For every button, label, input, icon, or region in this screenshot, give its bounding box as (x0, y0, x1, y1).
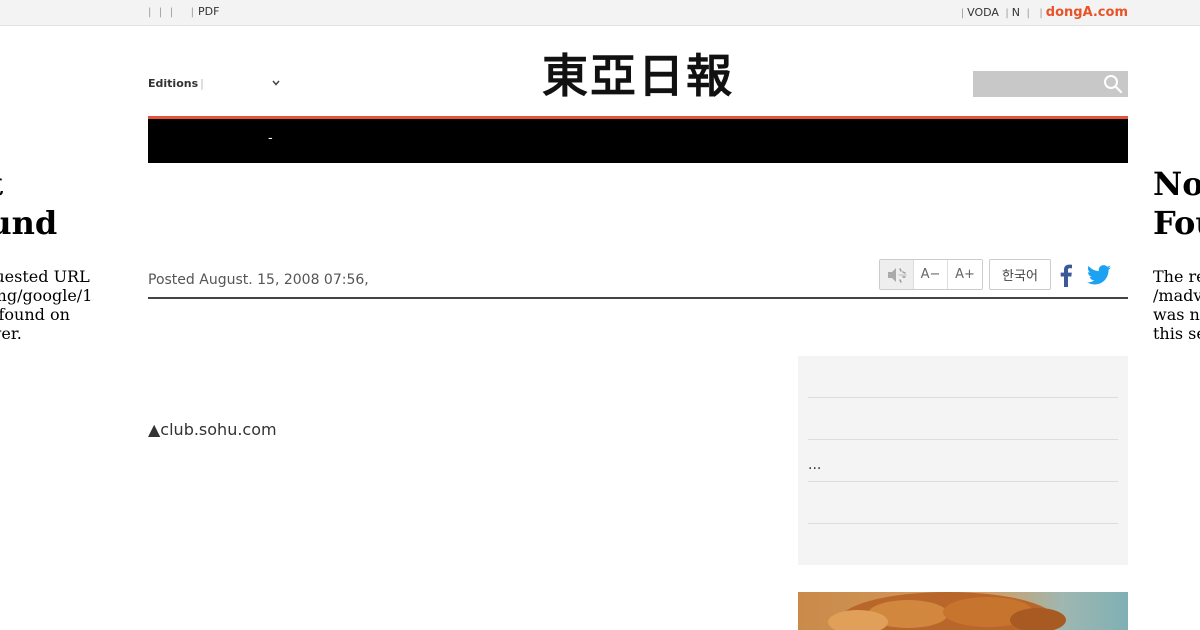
top-separator: | (1039, 8, 1043, 19)
voda-link[interactable]: VODA (967, 6, 999, 19)
top-separator: | (158, 7, 163, 18)
twitter-icon[interactable] (1087, 264, 1111, 286)
facebook-icon[interactable] (1058, 263, 1074, 287)
font-decrease-button[interactable]: A− (914, 260, 948, 289)
language-button[interactable]: 한국어 (989, 259, 1051, 290)
n-link[interactable]: N (1012, 6, 1020, 19)
error-line: was n (1153, 305, 1200, 324)
top-separator: | (148, 7, 152, 18)
error-line: not found on (0, 305, 70, 324)
error-line: requested URL (0, 267, 90, 286)
top-separator: | (960, 8, 965, 19)
error-title-line: ot (0, 165, 3, 203)
posted-date: Posted August. 15, 2008 07:56, (148, 272, 369, 288)
top-separator: | (190, 7, 194, 18)
error-message: The re /madv was n this se (1153, 267, 1200, 343)
editions-selector[interactable]: Editions | (148, 77, 204, 90)
top-separator: | (1005, 8, 1009, 19)
list-item[interactable] (808, 482, 1118, 524)
error-title-line: Fou (1153, 204, 1200, 242)
error-title-line: ound (0, 204, 58, 242)
error-message: requested URL lv/img/google/1 not found … (0, 267, 127, 343)
sidebar-photo-thumbnail[interactable] (798, 592, 1128, 630)
article-header-rule (148, 297, 1128, 299)
error-line: lv/img/google/1 (0, 286, 93, 305)
list-item[interactable] (808, 356, 1118, 398)
sidebar-list: ... (798, 356, 1128, 565)
list-item[interactable]: ... (808, 440, 1118, 482)
nav-item[interactable]: - (268, 131, 273, 146)
donga-brand-link[interactable]: dongA.com (1046, 5, 1128, 20)
top-right-links: | VODA | N | | dongA.com (958, 5, 1128, 20)
editions-label: Editions (148, 77, 199, 90)
error-line: this se (1153, 324, 1200, 343)
chevron-down-icon[interactable] (271, 78, 281, 88)
top-separator: | (1026, 8, 1030, 19)
main-nav: - (148, 119, 1128, 163)
ad-frame-right-error: No Fou The re /madv was n this se (1153, 165, 1200, 343)
list-item[interactable] (808, 524, 1118, 566)
error-line: /madv (1153, 286, 1200, 305)
top-separator: | (169, 7, 174, 18)
font-increase-button[interactable]: A+ (948, 260, 982, 289)
photo-caption: ▲club.sohu.com (148, 420, 277, 439)
editions-separator: | (200, 77, 204, 90)
ad-frame-left-error: ot ound requested URL lv/img/google/1 no… (0, 165, 127, 343)
error-title-line: No (1153, 165, 1200, 203)
error-title: No Fou (1153, 165, 1200, 243)
top-left-links: | | | | PDF (148, 5, 219, 18)
search-icon[interactable] (1102, 74, 1124, 94)
error-line: server. (0, 324, 22, 343)
pdf-link[interactable]: PDF (198, 5, 219, 18)
article-tools: A− A+ (879, 259, 983, 290)
list-item-text: ... (808, 457, 822, 473)
error-title: ot ound (0, 165, 127, 243)
site-logo[interactable]: 東亞日報 (540, 48, 736, 104)
list-item[interactable] (808, 398, 1118, 440)
top-utility-bar: | | | | PDF | VODA | N | | dongA.com (0, 0, 1200, 26)
error-line: The re (1153, 267, 1200, 286)
listen-button[interactable] (880, 260, 914, 289)
speaker-icon (887, 267, 907, 283)
